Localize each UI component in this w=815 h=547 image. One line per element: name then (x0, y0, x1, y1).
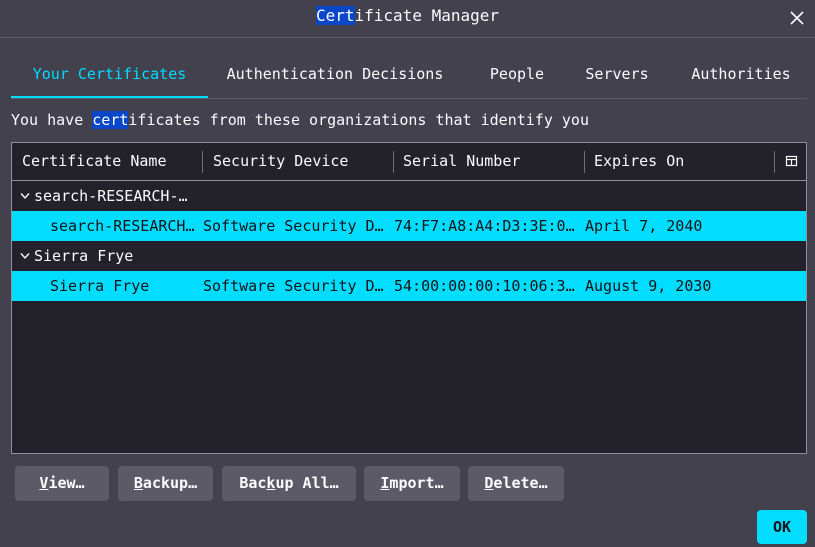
tab-authentication-decisions[interactable]: Authentication Decisions (217, 56, 453, 96)
certificate-tree[interactable]: Certificate Name Security Device Serial … (11, 142, 807, 454)
close-icon[interactable] (787, 8, 807, 28)
backup-button[interactable]: Backup… (118, 466, 213, 501)
column-splitter[interactable] (393, 151, 394, 173)
tab-people[interactable]: People (477, 56, 557, 96)
cell-expires-on: April 7, 2040 (585, 217, 703, 235)
table-row[interactable]: Sierra Frye Software Security D… 54:00:0… (12, 271, 806, 301)
cell-certificate-name: Sierra Frye (50, 277, 150, 295)
tab-strip: Your Certificates Authentication Decisio… (11, 56, 807, 99)
tab-your-certificates[interactable]: Your Certificates (11, 56, 208, 98)
group-name: Sierra Frye (34, 247, 134, 265)
cell-serial-number: 54:00:00:00:10:06:3… (394, 277, 575, 295)
table-row[interactable]: search-RESEARCH… Software Security D… 74… (12, 211, 806, 241)
view-button[interactable]: View… (15, 466, 109, 501)
intro-text: You have certificates from these organiz… (11, 111, 589, 129)
tree-group-row[interactable]: Sierra Frye (12, 241, 806, 271)
column-splitter[interactable] (774, 151, 775, 173)
column-splitter[interactable] (584, 151, 585, 173)
cell-certificate-name: search-RESEARCH… (50, 217, 195, 235)
ok-button[interactable]: OK (757, 510, 807, 544)
cell-expires-on: August 9, 2030 (585, 277, 712, 295)
table-header: Certificate Name Security Device Serial … (12, 143, 806, 181)
tree-group-row[interactable]: search-RESEARCH-… (12, 181, 806, 211)
group-name: search-RESEARCH-… (34, 187, 188, 205)
column-picker-icon[interactable] (785, 153, 799, 169)
tab-servers[interactable]: Servers (575, 56, 659, 96)
chevron-down-icon[interactable] (20, 192, 30, 200)
column-header-security-device[interactable]: Security Device (213, 152, 348, 170)
title-divider (0, 37, 815, 38)
title-bar: Certificate Manager (0, 0, 815, 36)
cell-serial-number: 74:F7:A8:A4:D3:3E:0… (394, 217, 575, 235)
column-header-expires-on[interactable]: Expires On (594, 152, 684, 170)
import-button[interactable]: Import… (364, 466, 460, 501)
delete-button[interactable]: Delete… (468, 466, 564, 501)
column-splitter[interactable] (202, 151, 203, 173)
chevron-down-icon[interactable] (20, 252, 30, 260)
window-title: Certificate Manager (315, 6, 500, 25)
column-header-serial-number[interactable]: Serial Number (403, 152, 520, 170)
column-header-certificate-name[interactable]: Certificate Name (22, 152, 167, 170)
backup-all-button[interactable]: Backup All… (222, 466, 356, 501)
cell-security-device: Software Security D… (203, 277, 384, 295)
tab-authorities[interactable]: Authorities (682, 56, 800, 96)
cell-security-device: Software Security D… (203, 217, 384, 235)
